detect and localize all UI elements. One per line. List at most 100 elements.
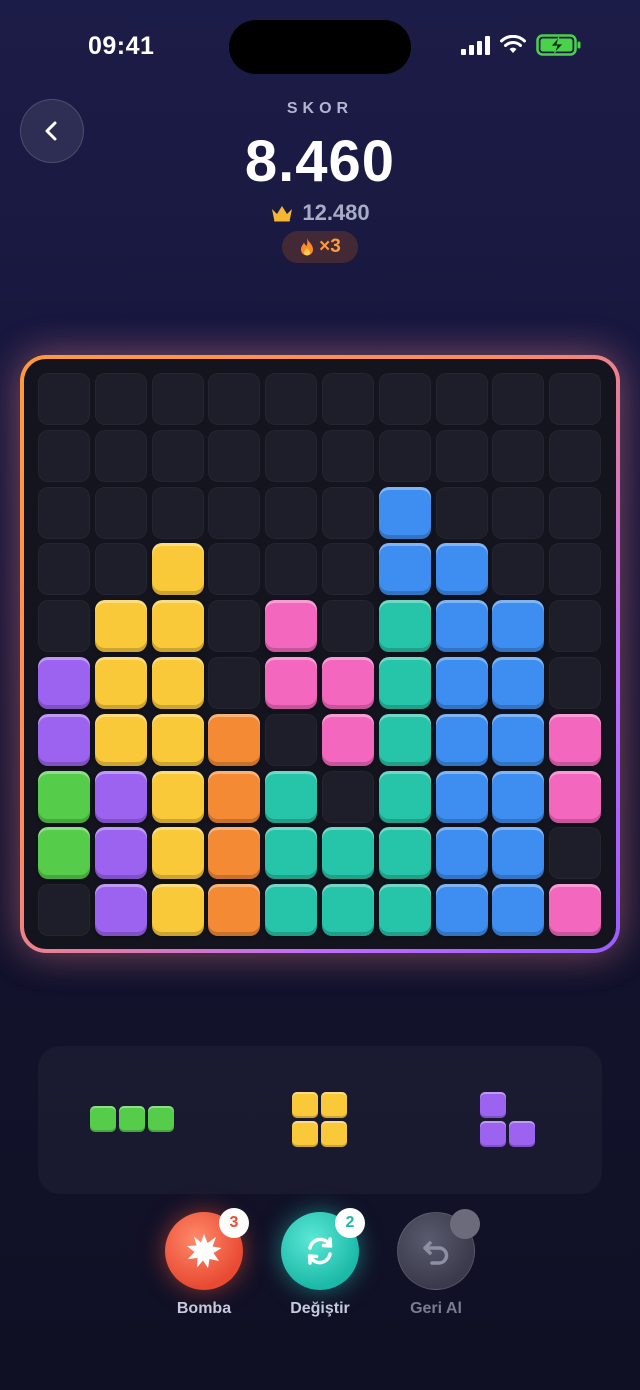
board-cell-purple[interactable] bbox=[94, 884, 147, 937]
board-cell-empty[interactable] bbox=[265, 373, 318, 425]
board-cell-empty[interactable] bbox=[549, 657, 602, 709]
board-cell-blue[interactable] bbox=[435, 657, 488, 709]
board-cell-empty[interactable] bbox=[549, 600, 602, 653]
board-cell-blue[interactable] bbox=[378, 543, 431, 596]
board-cell-empty[interactable] bbox=[38, 429, 90, 482]
board-cell-teal[interactable] bbox=[265, 884, 318, 937]
board-cell-empty[interactable] bbox=[94, 486, 147, 539]
board-cell-empty[interactable] bbox=[322, 543, 374, 596]
undo-button[interactable] bbox=[397, 1209, 480, 1290]
board-cell-empty[interactable] bbox=[208, 486, 261, 539]
board-cell-empty[interactable] bbox=[378, 429, 431, 482]
purple-l-piece[interactable] bbox=[480, 1092, 536, 1148]
board-cell-teal[interactable] bbox=[378, 770, 431, 823]
board-cell-empty[interactable] bbox=[208, 373, 261, 425]
board-cell-yellow[interactable] bbox=[151, 543, 204, 596]
board-cell-blue[interactable] bbox=[492, 600, 545, 653]
board-cell-empty[interactable] bbox=[322, 429, 374, 482]
board-cell-teal[interactable] bbox=[322, 884, 374, 937]
board-cell-empty[interactable] bbox=[322, 373, 374, 425]
board-cell-empty[interactable] bbox=[151, 486, 204, 539]
piece-block-purple[interactable] bbox=[509, 1121, 535, 1147]
board-cell-empty[interactable] bbox=[38, 884, 90, 937]
board-cell-yellow[interactable] bbox=[94, 657, 147, 709]
board-cell-empty[interactable] bbox=[322, 486, 374, 539]
undo-powerup[interactable]: Geri Al bbox=[396, 1209, 480, 1318]
board-cell-purple[interactable] bbox=[38, 713, 90, 766]
board-cell-pink[interactable] bbox=[322, 713, 374, 766]
board-cell-empty[interactable] bbox=[492, 373, 545, 425]
board-cell-empty[interactable] bbox=[38, 486, 90, 539]
piece-block-yellow[interactable] bbox=[321, 1092, 347, 1118]
board-cell-empty[interactable] bbox=[208, 429, 261, 482]
board-cell-empty[interactable] bbox=[492, 429, 545, 482]
board-cell-empty[interactable] bbox=[38, 373, 90, 425]
board-cell-blue[interactable] bbox=[378, 486, 431, 539]
board-cell-yellow[interactable] bbox=[94, 600, 147, 653]
board-cell-teal[interactable] bbox=[265, 827, 318, 880]
board-cell-green[interactable] bbox=[38, 827, 90, 880]
swap-button[interactable]: 2 bbox=[281, 1208, 365, 1290]
board-cell-empty[interactable] bbox=[435, 486, 488, 539]
board-cell-blue[interactable] bbox=[435, 884, 488, 937]
board-cell-yellow[interactable] bbox=[151, 600, 204, 653]
board-cell-purple[interactable] bbox=[94, 770, 147, 823]
board-cell-empty[interactable] bbox=[94, 543, 147, 596]
game-board[interactable] bbox=[24, 359, 616, 949]
board-cell-blue[interactable] bbox=[435, 827, 488, 880]
piece-block-purple[interactable] bbox=[480, 1092, 506, 1118]
board-cell-orange[interactable] bbox=[208, 827, 261, 880]
board-cell-blue[interactable] bbox=[435, 770, 488, 823]
board-cell-blue[interactable] bbox=[492, 884, 545, 937]
board-cell-blue[interactable] bbox=[492, 827, 545, 880]
board-cell-empty[interactable] bbox=[208, 600, 261, 653]
piece-block-yellow[interactable] bbox=[292, 1092, 318, 1118]
board-cell-blue[interactable] bbox=[435, 543, 488, 596]
board-cell-empty[interactable] bbox=[38, 543, 90, 596]
board-cell-empty[interactable] bbox=[151, 429, 204, 482]
piece-block-green[interactable] bbox=[148, 1106, 174, 1132]
board-cell-teal[interactable] bbox=[378, 657, 431, 709]
board-cell-teal[interactable] bbox=[378, 884, 431, 937]
board-cell-teal[interactable] bbox=[265, 770, 318, 823]
board-cell-empty[interactable] bbox=[492, 486, 545, 539]
bomb-button[interactable]: 3 bbox=[165, 1208, 249, 1290]
board-cell-yellow[interactable] bbox=[151, 657, 204, 709]
board-cell-empty[interactable] bbox=[322, 600, 374, 653]
board-cell-orange[interactable] bbox=[208, 884, 261, 937]
board-cell-empty[interactable] bbox=[208, 543, 261, 596]
board-cell-empty[interactable] bbox=[492, 543, 545, 596]
board-cell-empty[interactable] bbox=[435, 429, 488, 482]
board-cell-blue[interactable] bbox=[435, 600, 488, 653]
board-cell-empty[interactable] bbox=[435, 373, 488, 425]
board-cell-blue[interactable] bbox=[492, 770, 545, 823]
board-cell-teal[interactable] bbox=[322, 827, 374, 880]
board-cell-empty[interactable] bbox=[322, 770, 374, 823]
board-cell-empty[interactable] bbox=[265, 486, 318, 539]
board-cell-yellow[interactable] bbox=[151, 884, 204, 937]
swap-powerup[interactable]: 2 Değiştir bbox=[280, 1208, 365, 1318]
board-cell-blue[interactable] bbox=[492, 657, 545, 709]
board-cell-purple[interactable] bbox=[94, 827, 147, 880]
piece-block-purple[interactable] bbox=[480, 1121, 506, 1147]
board-cell-pink[interactable] bbox=[265, 600, 318, 653]
board-cell-empty[interactable] bbox=[549, 827, 602, 880]
board-cell-yellow[interactable] bbox=[151, 827, 204, 880]
board-cell-orange[interactable] bbox=[208, 770, 261, 823]
board-cell-empty[interactable] bbox=[265, 429, 318, 482]
board-cell-empty[interactable] bbox=[549, 429, 602, 482]
board-cell-green[interactable] bbox=[38, 770, 90, 823]
board-cell-empty[interactable] bbox=[208, 657, 261, 709]
board-cell-teal[interactable] bbox=[378, 827, 431, 880]
board-cell-teal[interactable] bbox=[378, 600, 431, 653]
board-cell-empty[interactable] bbox=[378, 373, 431, 425]
board-cell-pink[interactable] bbox=[265, 657, 318, 709]
board-cell-orange[interactable] bbox=[208, 713, 261, 766]
board-cell-pink[interactable] bbox=[549, 770, 602, 823]
board-cell-empty[interactable] bbox=[265, 543, 318, 596]
piece-block-green[interactable] bbox=[119, 1106, 145, 1132]
board-cell-empty[interactable] bbox=[265, 713, 318, 766]
board-cell-empty[interactable] bbox=[549, 373, 602, 425]
yellow-square-piece[interactable] bbox=[292, 1092, 348, 1148]
piece-block-green[interactable] bbox=[90, 1106, 116, 1132]
